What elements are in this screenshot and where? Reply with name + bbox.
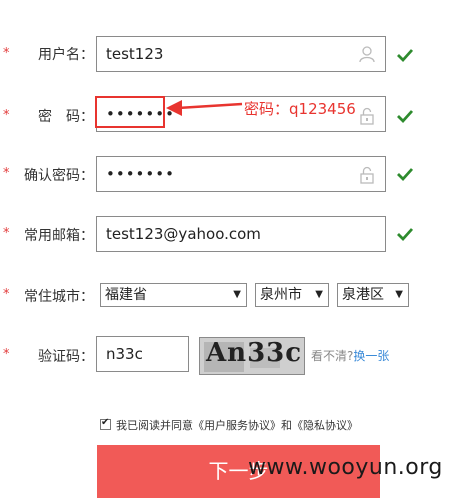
agreement-checkbox[interactable] [100, 417, 111, 430]
email-input[interactable]: test123@yahoo.com [96, 216, 386, 252]
dropdown-arrow-icon: ▼ [395, 289, 403, 300]
captcha-text: An33c [206, 338, 303, 368]
required-mark: * [3, 226, 10, 241]
username-value: test123 [106, 45, 164, 63]
required-mark: * [3, 166, 10, 181]
city-value: 泉州市 [260, 287, 302, 303]
captcha-value: n33c [106, 345, 143, 363]
username-input[interactable]: test123 [96, 36, 386, 72]
valid-check-icon [397, 49, 414, 63]
agreement-text-mid: 》和《 [270, 419, 303, 432]
annotation-text: 密码：q123456 [244, 100, 356, 118]
user-service-agreement-link[interactable]: 用户服务协议 [204, 419, 270, 432]
watermark: www.wooyun.org [248, 455, 443, 480]
dropdown-arrow-icon: ▼ [315, 289, 323, 300]
privacy-agreement-link[interactable]: 隐私协议 [303, 419, 347, 432]
highlight-box [95, 96, 165, 128]
confirm-password-input[interactable]: ••••••• [96, 156, 386, 192]
required-mark: * [3, 108, 10, 123]
valid-check-icon [397, 228, 414, 242]
confirm-password-value: ••••••• [106, 165, 175, 183]
province-value: 福建省 [105, 287, 147, 303]
valid-check-icon [397, 168, 414, 182]
refresh-captcha-link[interactable]: 换一张 [353, 349, 389, 363]
required-mark: * [3, 287, 10, 302]
email-label: 常用邮箱： [24, 228, 94, 244]
district-value: 泉港区 [342, 287, 384, 303]
captcha-hint: 看不清?换一张 [311, 347, 389, 364]
agreement: 我已阅读并同意《用户服务协议》和《隐私协议》 [100, 417, 358, 433]
province-select[interactable]: 福建省 ▼ [100, 283, 247, 307]
confirm-password-label: 确认密码： [24, 168, 94, 184]
annotation-arrow-icon [166, 100, 243, 116]
required-mark: * [3, 347, 10, 362]
agreement-text-after: 》 [347, 419, 358, 432]
captcha-image[interactable]: An33c [199, 337, 305, 375]
email-value: test123@yahoo.com [106, 225, 261, 243]
dropdown-arrow-icon: ▼ [233, 289, 241, 300]
user-icon [359, 46, 375, 63]
lock-icon [360, 107, 374, 125]
agreement-text-before: 我已阅读并同意《 [116, 419, 204, 432]
captcha-input[interactable]: n33c [96, 336, 189, 372]
lock-icon [360, 166, 374, 184]
required-mark: * [3, 46, 10, 61]
city-select[interactable]: 泉州市 ▼ [255, 283, 329, 307]
captcha-hint-text: 看不清? [311, 349, 354, 363]
district-select[interactable]: 泉港区 ▼ [337, 283, 409, 307]
city-label: 常住城市： [24, 289, 94, 305]
valid-check-icon [397, 110, 414, 124]
